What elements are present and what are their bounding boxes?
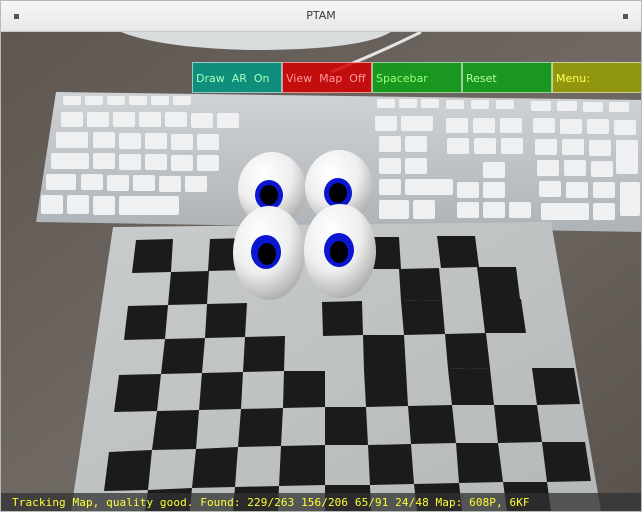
camera-viewport: Draw AR On View Map Off Spacebar Reset M… [1,32,641,511]
ar-eye-front-right [304,204,376,298]
ar-eye-front-left [233,206,305,300]
camera-scene [1,32,641,511]
title-bar: PTAM [1,1,641,32]
window-title: PTAM [306,9,336,22]
status-bar: Tracking Map, quality good. Found: 229/2… [1,493,641,511]
menu-label[interactable]: Menu: [552,62,641,93]
reset-button[interactable]: Reset [462,62,552,93]
view-map-toggle-button[interactable]: View Map Off [282,62,372,93]
ptam-window: PTAM Draw AR On View Map Off Spacebar Re… [0,0,642,512]
spacebar-button[interactable]: Spacebar [372,62,462,93]
draw-ar-toggle-button[interactable]: Draw AR On [192,62,282,93]
tracking-status-text: Tracking Map, quality good. Found: 229/2… [12,496,530,509]
window-close-icon[interactable] [623,14,628,19]
